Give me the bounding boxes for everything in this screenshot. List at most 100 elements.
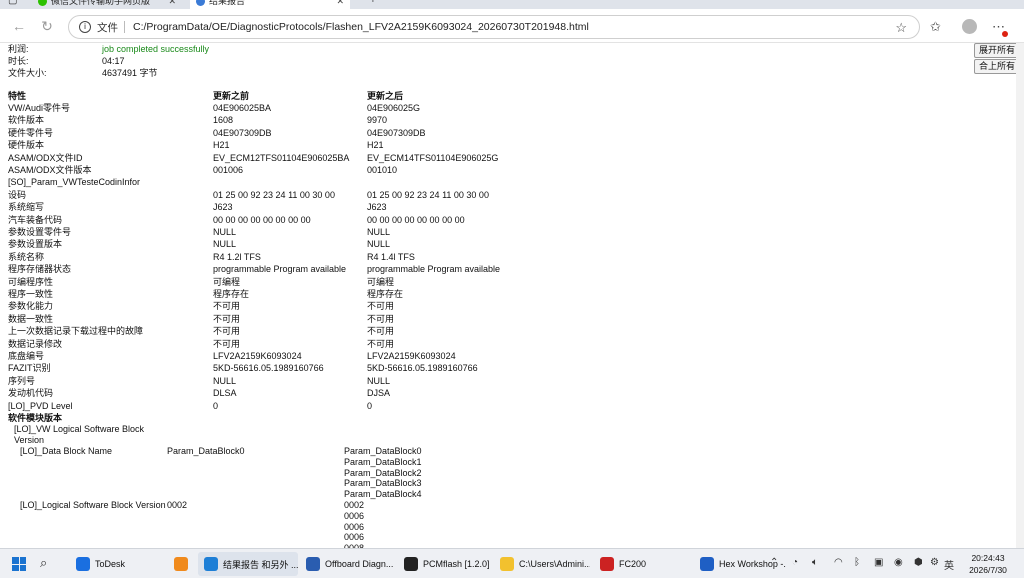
- windows-start-icon[interactable]: [12, 557, 26, 571]
- avatar[interactable]: [962, 19, 977, 34]
- taskbar-app[interactable]: C:\Users\Admini...: [494, 552, 590, 576]
- after-cell: H21: [367, 140, 384, 151]
- before-cell: 0: [213, 400, 219, 411]
- system-clock[interactable]: 20:24:43 2026/7/30: [960, 552, 1016, 576]
- column-header-after: 更新之后: [367, 91, 404, 101]
- feature-cell: 序列号: [8, 375, 36, 386]
- search-icon[interactable]: ⌕: [40, 555, 47, 571]
- feature-cell: ASAM/ODX文件版本: [8, 165, 92, 175]
- close-icon[interactable]: ✕: [168, 0, 182, 9]
- module-group-label: Version: [14, 435, 45, 445]
- new-tab-button[interactable]: +: [370, 0, 376, 6]
- address-bar[interactable]: i 文件 C:/ProgramData/OE/DiagnosticProtoco…: [68, 15, 920, 39]
- back-icon[interactable]: ←: [10, 17, 28, 35]
- feature-cell: 汽车装备代码: [8, 214, 63, 225]
- expand-all-button[interactable]: 展开所有: [974, 43, 1020, 58]
- before-cell: 04E907309DB: [213, 127, 272, 138]
- feature-cell: 参数设置版本: [8, 239, 63, 250]
- after-cell: 04E906025G: [367, 103, 421, 113]
- star-icon[interactable]: ☆: [895, 20, 907, 36]
- before-cell: 001006: [213, 165, 244, 175]
- taskbar-app[interactable]: FC200: [594, 552, 686, 576]
- summary-label: 文件大小:: [8, 68, 47, 78]
- app-tray-icon[interactable]: ⬢: [914, 557, 923, 568]
- url-text[interactable]: C:/ProgramData/OE/DiagnosticProtocols/Fl…: [133, 21, 589, 33]
- summary-value: 4637491 字节: [102, 68, 158, 78]
- block-version-after: 0006: [344, 521, 365, 532]
- favorites-icon[interactable]: ✩: [930, 19, 941, 35]
- summary-label: 时长:: [8, 56, 29, 66]
- before-cell: DLSA: [213, 388, 237, 399]
- block-name-label: [LO]_Data Block Name: [20, 446, 113, 456]
- taskbar-app-label: Offboard Diagn...: [325, 559, 394, 569]
- feature-cell: 硬件零件号: [8, 127, 54, 138]
- taskbar-app-label: PCMflash [1.2.0]: [423, 559, 490, 569]
- after-cell: 04E907309DB: [367, 127, 426, 138]
- app-tray-icon[interactable]: ◉: [894, 557, 903, 568]
- wifi-icon[interactable]: ◠: [834, 557, 843, 568]
- close-icon[interactable]: ✕: [336, 0, 350, 9]
- info-icon[interactable]: i: [79, 21, 91, 33]
- scrollbar[interactable]: [1016, 43, 1024, 548]
- block-name-after: Param_DataBlock1: [344, 456, 422, 467]
- feature-cell: 可编程序性: [8, 276, 54, 287]
- settings-icon[interactable]: ⚙: [930, 557, 939, 568]
- block-version-label: [LO]_Logical Software Block Version: [20, 500, 166, 510]
- after-cell: 不可用: [367, 301, 395, 312]
- block-name-after: Param_DataBlock2: [344, 467, 422, 478]
- before-cell: 04E906025BA: [213, 103, 272, 113]
- chevron-up-icon[interactable]: ⌃: [770, 557, 778, 568]
- before-cell: programmable Program available: [213, 264, 347, 275]
- summary-value: 04:17: [102, 56, 125, 66]
- reload-icon[interactable]: ↻: [38, 17, 56, 35]
- taskbar-app[interactable]: ToDesk: [70, 552, 180, 576]
- feature-cell: 底盘编号: [8, 351, 45, 361]
- taskbar-app[interactable]: [168, 552, 194, 576]
- after-cell: 9970: [367, 115, 388, 126]
- after-cell: 不可用: [367, 313, 395, 324]
- window-menu-icon[interactable]: ▢: [8, 0, 17, 6]
- after-cell: EV_ECM14TFS01104E906025G: [367, 152, 499, 163]
- network-icon[interactable]: ◔: [792, 557, 798, 568]
- before-cell: 程序存在: [213, 289, 250, 299]
- feature-cell: 参数化能力: [8, 301, 54, 312]
- after-cell: NULL: [367, 375, 391, 386]
- summary-label: 利润:: [8, 44, 29, 54]
- after-cell: 01 25 00 92 23 24 11 00 30 00: [367, 189, 489, 200]
- taskbar-app[interactable]: 结果报告 和另外 ...: [198, 552, 298, 576]
- feature-cell: 程序存储器状态: [8, 264, 72, 275]
- block-name-after: Param_DataBlock0: [344, 446, 422, 456]
- volume-icon[interactable]: 🔈︎: [812, 557, 818, 568]
- after-cell: 不可用: [367, 326, 395, 337]
- taskbar-app[interactable]: Offboard Diagn...: [300, 552, 394, 576]
- after-cell: 001010: [367, 165, 398, 175]
- ime-indicator[interactable]: 英: [944, 557, 954, 572]
- block-name-after: Param_DataBlock4: [344, 489, 422, 500]
- wechat-icon: [38, 0, 47, 6]
- app-icon: [404, 557, 418, 571]
- before-cell: 可编程: [213, 276, 241, 287]
- before-cell: 不可用: [213, 313, 241, 324]
- tab-report[interactable]: 结果报告 ✕: [190, 0, 350, 9]
- tab-wechat[interactable]: 微信文件传输助手网页版 ✕: [32, 0, 182, 9]
- tab-label: 微信文件传输助手网页版: [51, 0, 151, 6]
- feature-cell: 系统缩写: [8, 202, 45, 213]
- taskbar-app-label: 结果报告 和另外 ...: [223, 559, 298, 570]
- before-cell: J623: [213, 202, 233, 213]
- after-cell: NULL: [367, 239, 391, 250]
- feature-cell: [LO]_PVD Level: [8, 400, 73, 411]
- divider: [124, 21, 125, 33]
- collapse-all-button[interactable]: 合上所有: [974, 59, 1020, 74]
- clock-date: 2026/7/30: [969, 565, 1007, 575]
- before-cell: 不可用: [213, 338, 241, 349]
- taskbar-app[interactable]: PCMflash [1.2.0]: [398, 552, 490, 576]
- notification-badge: [1002, 31, 1008, 37]
- after-cell: 不可用: [367, 338, 395, 349]
- app-tray-icon[interactable]: ▣: [874, 557, 883, 568]
- before-cell: R4 1.2l TFS: [213, 251, 261, 262]
- bluetooth-icon[interactable]: ᛒ: [854, 557, 860, 568]
- after-cell: 0: [367, 400, 373, 411]
- feature-cell: FAZIT识别: [8, 363, 51, 374]
- before-cell: H21: [213, 140, 230, 151]
- after-cell: 5KD-56616.05.1989160766: [367, 363, 478, 374]
